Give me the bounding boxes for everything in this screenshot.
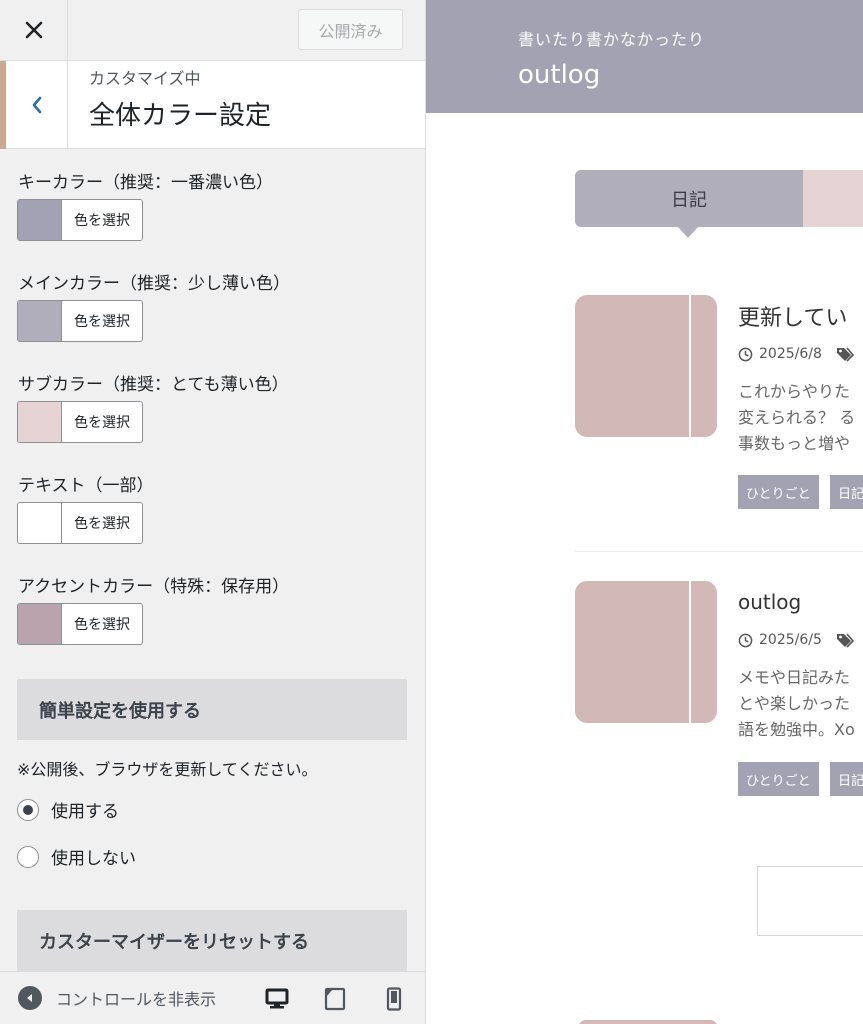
key-color-label: キーカラー（推奨：一番濃い色） xyxy=(18,173,273,193)
post-tag[interactable]: 日記 xyxy=(830,475,863,509)
section-subtitle: カスタマイズ中 xyxy=(89,69,201,88)
post-title[interactable]: outlog xyxy=(738,590,801,614)
radio-not-use-label: 使用しない xyxy=(51,849,136,869)
tab-next[interactable] xyxy=(803,170,863,227)
color-select-label: 色を選択 xyxy=(62,301,142,341)
excerpt-line: 変えられる？ る xyxy=(738,408,856,427)
key-color-swatch xyxy=(18,200,62,240)
color-select-label: 色を選択 xyxy=(62,604,142,644)
tags-icon xyxy=(836,347,854,362)
reset-customizer-heading[interactable]: カスターマイザーをリセットする xyxy=(17,910,407,971)
accent-color-swatch xyxy=(18,604,62,644)
post-title[interactable]: 更新してい xyxy=(738,300,847,332)
tags-icon xyxy=(836,633,854,648)
post-thumbnail[interactable] xyxy=(575,581,717,723)
text-color-picker[interactable]: 色を選択 xyxy=(17,502,143,544)
device-desktop-button[interactable] xyxy=(259,982,295,1016)
close-icon xyxy=(25,21,42,39)
radio-not-use[interactable]: 使用しない xyxy=(17,844,136,869)
site-preview: 書いたり書かなかったり outlog 日記 更新してい 2025/6/8 これか… xyxy=(426,0,863,1024)
post-tag[interactable]: ひとりごと xyxy=(738,762,819,796)
main-color-picker[interactable]: 色を選択 xyxy=(17,300,143,342)
back-button[interactable] xyxy=(6,61,68,149)
key-color-picker[interactable]: 色を選択 xyxy=(17,199,143,241)
post-thumbnail[interactable] xyxy=(575,295,717,437)
section-header: カスタマイズ中 全体カラー設定 xyxy=(0,61,425,149)
collapse-controls-button[interactable]: コントロールを非表示 xyxy=(18,986,240,1010)
chevron-left-icon xyxy=(32,96,41,114)
sub-color-picker[interactable]: 色を選択 xyxy=(17,401,143,443)
excerpt-line: 語を勉強中。Xo xyxy=(738,720,855,739)
search-box[interactable] xyxy=(757,866,863,936)
color-select-label: 色を選択 xyxy=(62,503,142,543)
customizer-footer: コントロールを非表示 xyxy=(0,971,425,1024)
radio-use[interactable]: 使用する xyxy=(17,797,119,822)
post-tag[interactable]: 日記 xyxy=(830,762,863,796)
section-title: 全体カラー設定 xyxy=(89,101,272,131)
tab-diary[interactable]: 日記 xyxy=(575,170,803,227)
next-post-thumbnail[interactable] xyxy=(578,1020,718,1024)
excerpt-line: とや楽しかった xyxy=(738,694,851,713)
excerpt-line: 事数もっと増や xyxy=(738,434,851,453)
text-color-swatch xyxy=(18,503,62,543)
excerpt-line: これからやりた xyxy=(738,382,851,401)
customizer-topbar: 公開済み xyxy=(0,0,425,61)
device-mobile-button[interactable] xyxy=(376,982,412,1016)
text-color-label: テキスト（一部） xyxy=(18,476,154,496)
excerpt-line: メモや日記みた xyxy=(738,668,851,687)
clock-icon xyxy=(738,633,753,647)
publish-button[interactable]: 公開済み xyxy=(298,9,403,50)
desktop-icon xyxy=(265,988,289,1009)
refresh-note: ※公開後、ブラウザを更新してください。 xyxy=(17,760,318,779)
collapse-controls-label: コントロールを非表示 xyxy=(56,990,217,1009)
main-color-swatch xyxy=(18,301,62,341)
post-meta: 2025/6/8 xyxy=(738,346,863,362)
sub-color-label: サブカラー（推奨：とても薄い色） xyxy=(18,375,289,395)
simple-settings-heading: 簡単設定を使用する xyxy=(17,679,407,740)
radio-button-selected[interactable] xyxy=(17,798,39,821)
radio-use-label: 使用する xyxy=(51,802,119,822)
site-header: 書いたり書かなかったり outlog xyxy=(426,0,863,113)
thumbnail-divider xyxy=(689,295,691,437)
post-date: 2025/6/5 xyxy=(759,632,822,648)
site-title[interactable]: outlog xyxy=(518,60,600,90)
site-tagline: 書いたり書かなかったり xyxy=(518,30,706,49)
radio-dot xyxy=(23,804,33,815)
main-color-label: メインカラー（推奨：少し薄い色） xyxy=(18,274,290,294)
tablet-icon xyxy=(324,987,346,1011)
device-tablet-button[interactable] xyxy=(317,982,353,1016)
accent-color-picker[interactable]: 色を選択 xyxy=(17,603,143,645)
radio-button[interactable] xyxy=(17,845,39,868)
post-excerpt: これからやりた 変えられる？ る 事数もっと増や xyxy=(738,379,863,457)
color-select-label: 色を選択 xyxy=(62,402,142,442)
color-select-label: 色を選択 xyxy=(62,200,142,240)
post-excerpt: メモや日記みた とや楽しかった 語を勉強中。Xo xyxy=(738,665,863,743)
post-divider xyxy=(575,551,863,552)
accent-color-label: アクセントカラー（特殊：保存用） xyxy=(18,577,290,597)
customizer-panel: 公開済み カスタマイズ中 全体カラー設定 キーカラー（推奨：一番濃い色） 色を選… xyxy=(0,0,426,1024)
collapse-arrow-icon xyxy=(18,986,42,1010)
tab-active-indicator xyxy=(678,227,698,238)
close-button[interactable] xyxy=(0,0,68,60)
mobile-icon xyxy=(386,987,402,1011)
post-date: 2025/6/8 xyxy=(759,346,822,362)
post-tag[interactable]: ひとりごと xyxy=(738,475,819,509)
sub-color-swatch xyxy=(18,402,62,442)
post-meta: 2025/6/5 xyxy=(738,632,863,648)
thumbnail-divider xyxy=(689,581,691,723)
clock-icon xyxy=(738,347,753,361)
